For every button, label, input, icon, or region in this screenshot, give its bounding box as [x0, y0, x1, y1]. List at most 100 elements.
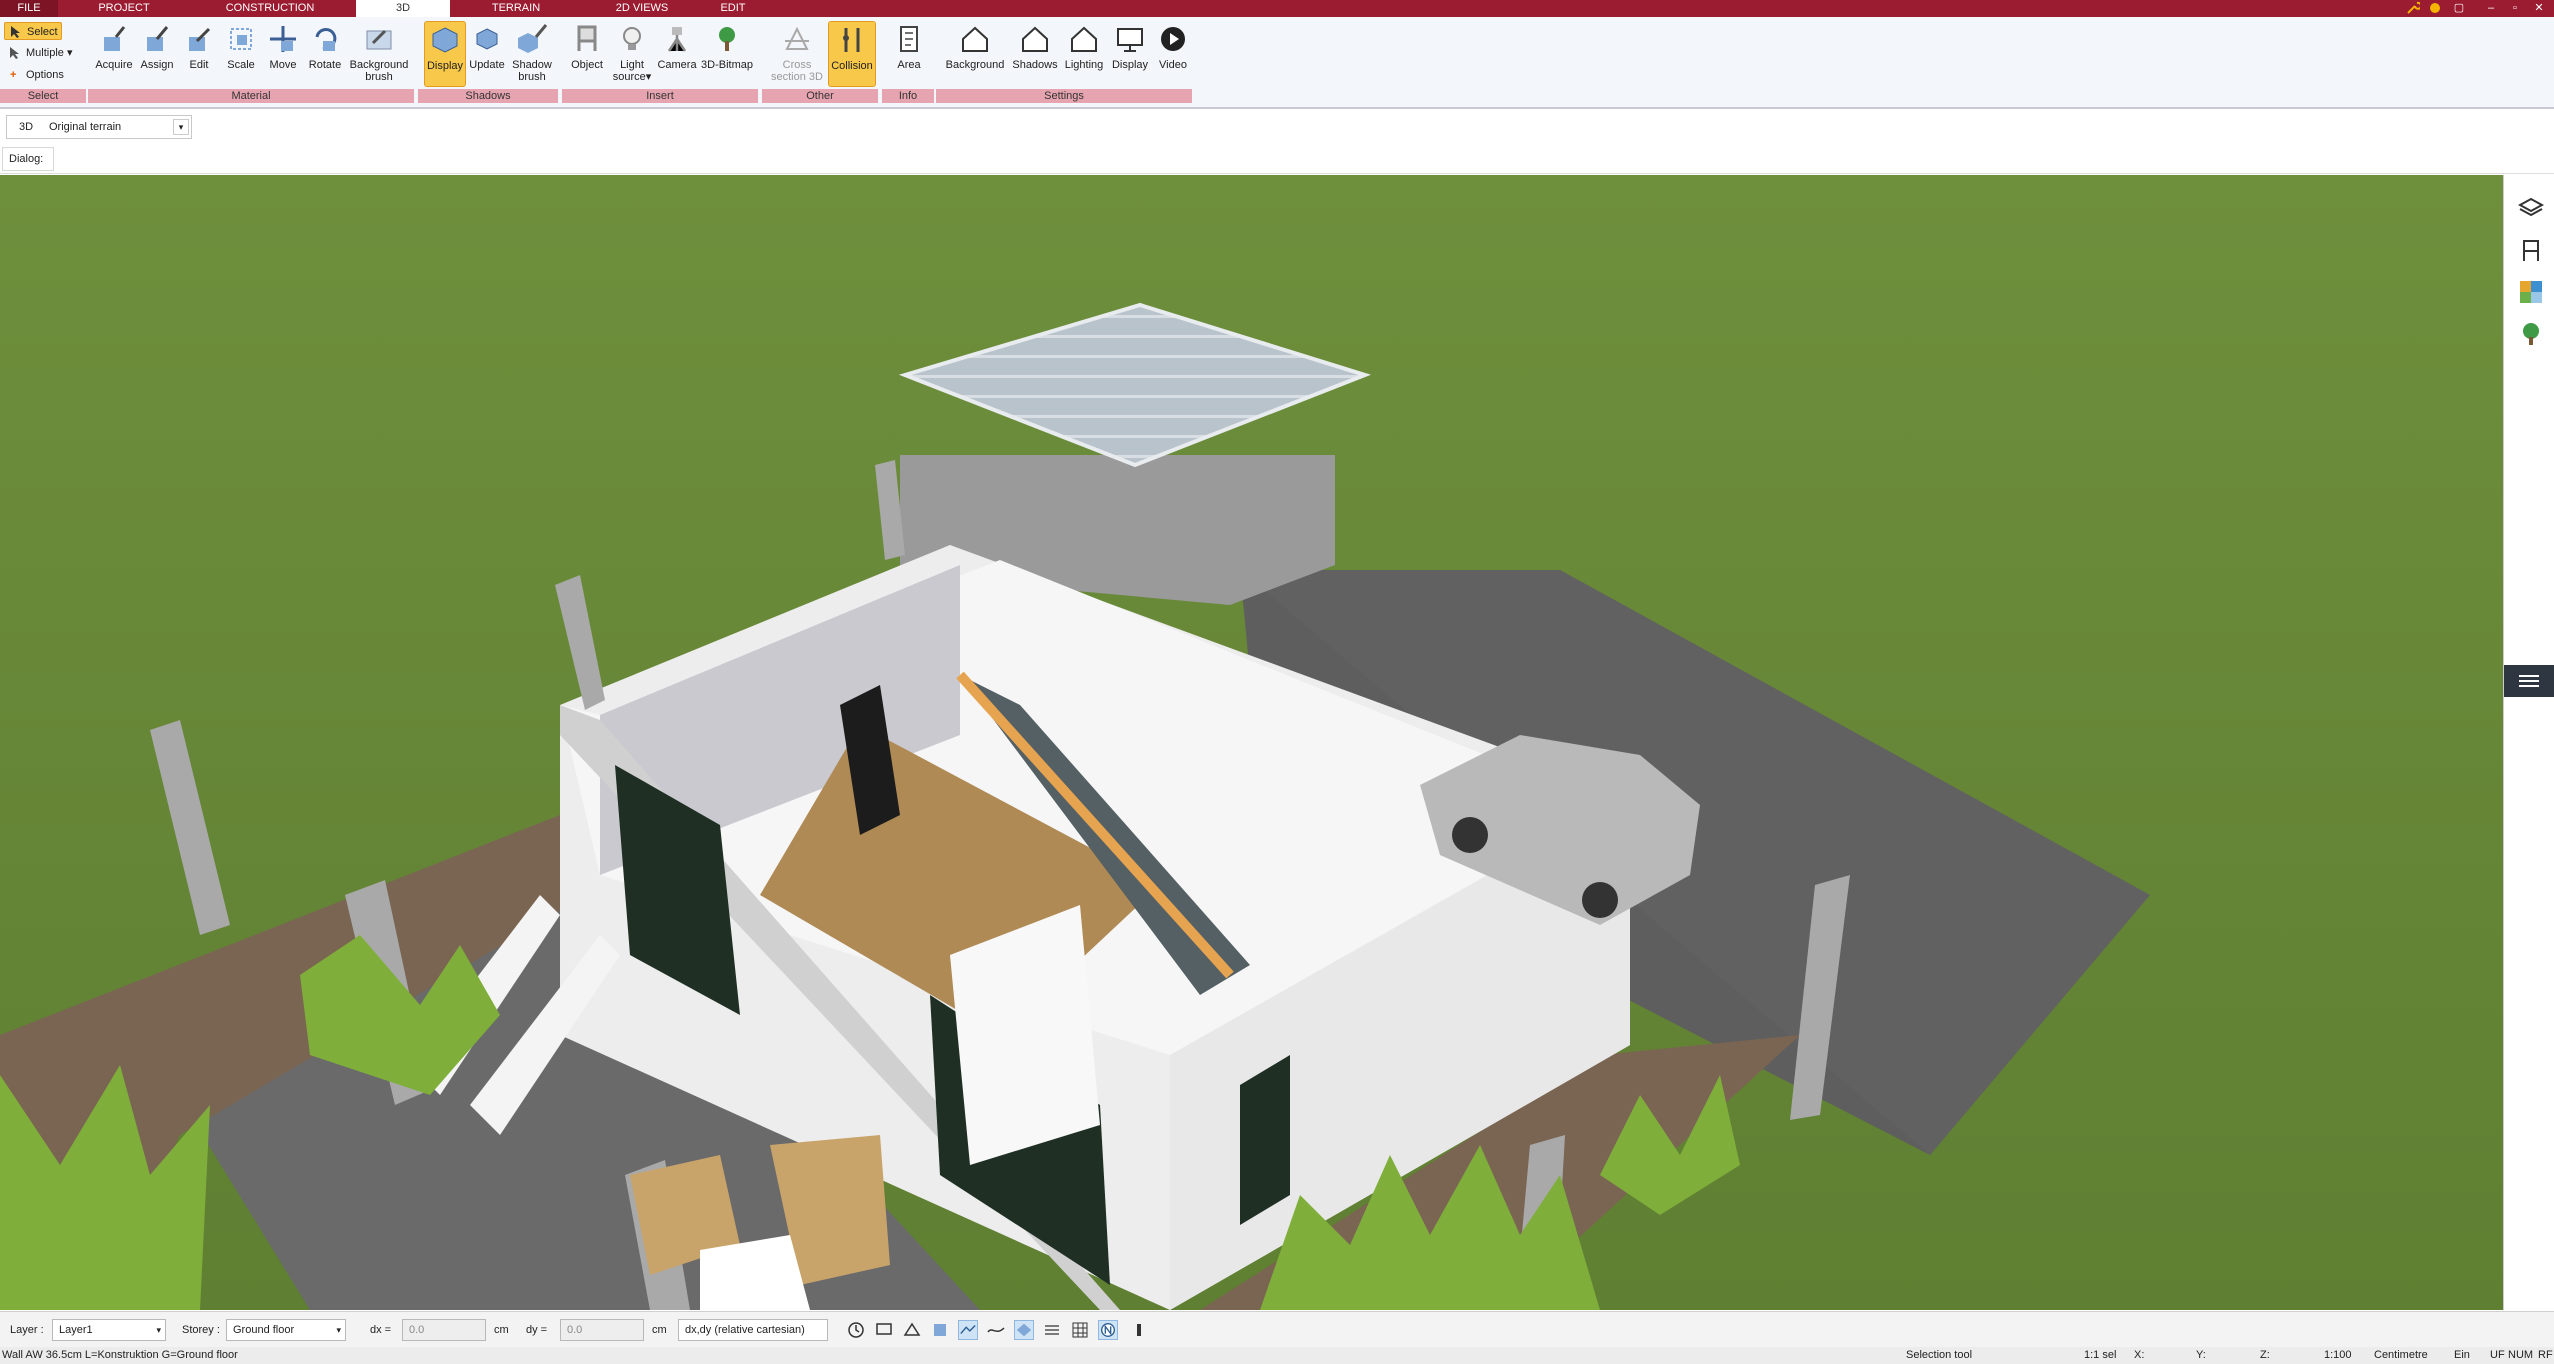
assign-button[interactable]: Assign: [136, 21, 178, 87]
window-right: [1240, 1055, 1290, 1225]
snap-icon[interactable]: [902, 1320, 922, 1340]
layer-select[interactable]: Layer1 ▾: [52, 1319, 166, 1341]
insert-object-button[interactable]: Object: [566, 21, 608, 87]
house-lighting-icon: [1071, 26, 1097, 52]
status-x: X:: [2134, 1349, 2145, 1361]
acquire-button[interactable]: Acquire: [92, 21, 136, 87]
bitmap-label: 3D-Bitmap: [701, 59, 753, 71]
ribbon-toggle-icon[interactable]: ▢: [2452, 2, 2466, 15]
bitmap-3d-button[interactable]: 3D-Bitmap: [698, 21, 756, 87]
shadow-brush-icon: [518, 24, 548, 53]
lighting-label: Lighting: [1064, 59, 1104, 71]
area-button[interactable]: Area: [888, 21, 930, 87]
background-settings-button[interactable]: Background: [940, 21, 1010, 87]
status-ein: Ein: [2454, 1349, 2470, 1361]
object-label: Object: [571, 59, 603, 71]
move-label: Move: [269, 59, 297, 71]
storey-select[interactable]: Ground floor ▾: [226, 1319, 346, 1341]
camera-button[interactable]: Camera: [656, 21, 698, 87]
video-button[interactable]: Video: [1152, 21, 1194, 87]
scale-button[interactable]: Scale: [220, 21, 262, 87]
cross-section-button[interactable]: Cross section 3D: [768, 21, 826, 87]
camera-icon: [667, 27, 687, 52]
sidebar-collapse-handle[interactable]: [2504, 665, 2554, 697]
help-icon[interactable]: [2428, 1, 2442, 15]
ortho-icon[interactable]: [930, 1320, 950, 1340]
area-icon: [900, 26, 918, 52]
multiple-select-icon: [10, 47, 19, 59]
display-settings-button[interactable]: Display: [1108, 21, 1152, 87]
tools-icon[interactable]: [2406, 1, 2420, 15]
dx-value: 0.0: [409, 1324, 425, 1336]
terrain-dropdown[interactable]: 3D Original terrain ▾: [6, 115, 192, 139]
close-icon[interactable]: ✕: [2532, 2, 2546, 15]
update-shadows-button[interactable]: Update: [466, 21, 508, 87]
move-button[interactable]: Move: [262, 21, 304, 87]
north-icon[interactable]: [1098, 1320, 1118, 1340]
layer-visibility-icon[interactable]: [1014, 1320, 1034, 1340]
plants-icon[interactable]: [2518, 321, 2544, 347]
display-shadows-button[interactable]: Display: [424, 21, 466, 87]
terrain-snap-icon[interactable]: [958, 1320, 978, 1340]
tab-project[interactable]: PROJECT: [64, 0, 184, 17]
shadow-brush-label-1: Shadow: [512, 59, 552, 71]
view-mode-label: 3D: [19, 121, 34, 133]
tab-2d-views[interactable]: 2D VIEWS: [582, 0, 702, 17]
select-button[interactable]: Select: [4, 22, 62, 40]
options-button[interactable]: + Options: [4, 66, 64, 84]
viewport-3d[interactable]: [0, 175, 2503, 1310]
shadow-brush-button[interactable]: Shadow brush: [508, 21, 556, 87]
light-source-label-2: source: [612, 71, 646, 83]
group-settings: Settings: [936, 89, 1192, 103]
light-source-label-1: Light: [620, 59, 644, 71]
dy-input[interactable]: 0.0: [560, 1319, 644, 1341]
play-icon: [1161, 27, 1185, 51]
shadows-settings-button[interactable]: Shadows: [1010, 21, 1060, 87]
light-source-button[interactable]: Light source▾: [608, 21, 656, 87]
acquire-label: Acquire: [95, 59, 133, 71]
cross-section-label-1: Cross: [782, 59, 812, 71]
minimize-icon[interactable]: –: [2484, 2, 2498, 15]
rotate-button[interactable]: Rotate: [304, 21, 346, 87]
tab-construction[interactable]: CONSTRUCTION: [190, 0, 350, 17]
clock-icon[interactable]: [846, 1320, 866, 1340]
dx-unit: cm: [494, 1324, 509, 1336]
brush-icon: [366, 29, 392, 50]
collision-button[interactable]: Collision: [828, 21, 876, 87]
layers-icon[interactable]: [2518, 195, 2544, 221]
group-insert: Insert: [562, 89, 758, 103]
tab-file[interactable]: FILE: [0, 0, 58, 17]
tab-edit[interactable]: EDIT: [708, 0, 758, 17]
display-settings-label: Display: [1111, 59, 1149, 71]
status-tool: Selection tool: [1906, 1349, 1973, 1361]
dy-unit: cm: [652, 1324, 667, 1336]
chevron-down-icon: ▾: [645, 71, 652, 83]
grid-icon[interactable]: [1070, 1320, 1090, 1340]
chair-catalog-icon[interactable]: [2518, 237, 2544, 263]
terrain-value: Original terrain: [49, 121, 122, 133]
dx-input[interactable]: 0.0: [402, 1319, 486, 1341]
move-icon: [270, 26, 296, 52]
maximize-icon[interactable]: ▫: [2508, 2, 2522, 15]
rotate-label: Rotate: [308, 59, 342, 71]
wave-icon[interactable]: [986, 1320, 1006, 1340]
chair-icon: [577, 25, 597, 51]
multiple-button[interactable]: Multiple ▾: [4, 44, 73, 62]
more-options-icon[interactable]: [1134, 1320, 1144, 1340]
background-brush-button[interactable]: Background brush: [346, 21, 412, 87]
lines-icon[interactable]: [1042, 1320, 1062, 1340]
storey-value: Ground floor: [233, 1324, 295, 1336]
scene-3d[interactable]: [0, 175, 2503, 1310]
coordinate-mode-select[interactable]: dx,dy (relative cartesian): [678, 1319, 828, 1341]
chevron-down-icon[interactable]: ▾: [173, 119, 189, 135]
edit-material-button[interactable]: Edit: [178, 21, 220, 87]
lighting-settings-button[interactable]: Lighting: [1060, 21, 1108, 87]
tab-3d[interactable]: 3D: [356, 0, 450, 18]
materials-icon[interactable]: [2518, 279, 2544, 305]
screen-icon[interactable]: [874, 1320, 894, 1340]
tab-terrain[interactable]: TERRAIN: [456, 0, 576, 17]
status-z: Z:: [2260, 1349, 2270, 1361]
menu-tab-bar: FILE PROJECT CONSTRUCTION 3D TERRAIN 2D …: [0, 0, 2554, 18]
dialog-row: Dialog:: [0, 144, 2554, 174]
options-label: Options: [26, 69, 64, 81]
